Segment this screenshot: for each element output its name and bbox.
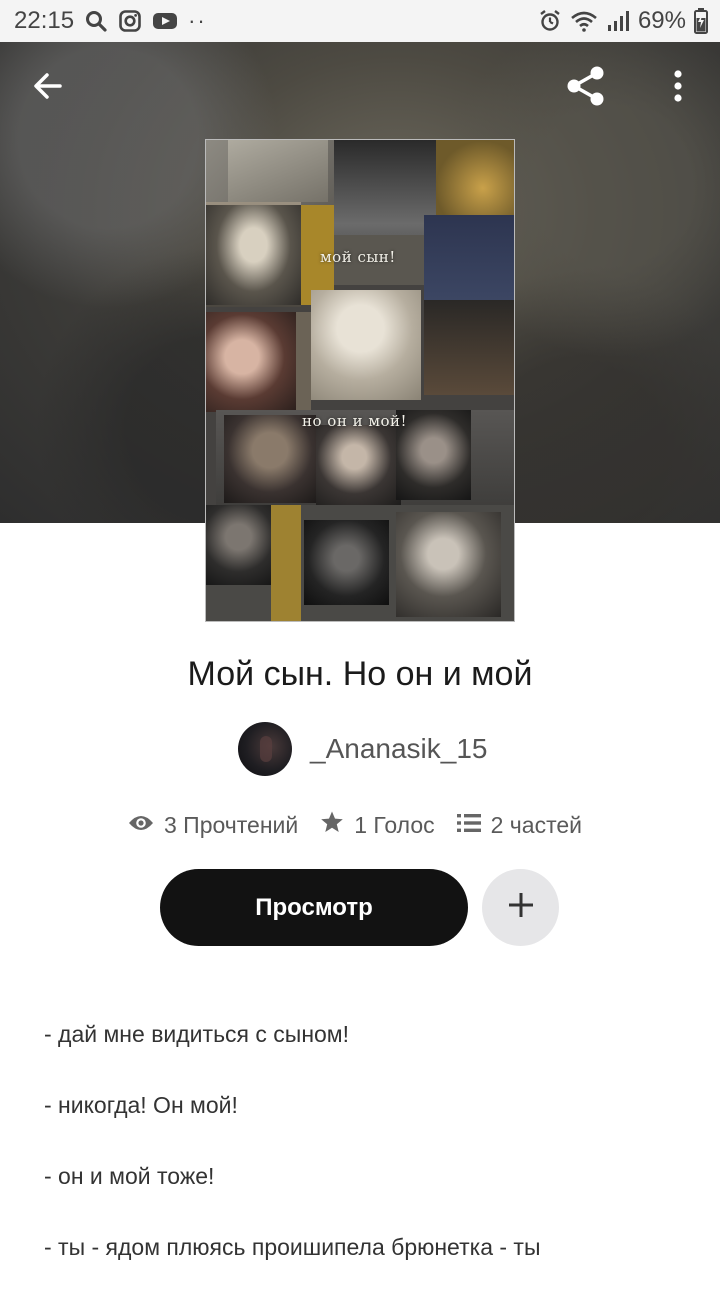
- add-to-library-button[interactable]: [482, 869, 559, 946]
- votes-stat: 1 Голос: [320, 810, 435, 840]
- status-more-dots: ··: [188, 8, 207, 33]
- story-cover[interactable]: мой сын! но он и мой!: [206, 140, 514, 621]
- back-button[interactable]: [20, 60, 76, 116]
- star-icon: [320, 810, 344, 840]
- battery-icon: [694, 8, 708, 34]
- eye-icon: [128, 812, 154, 839]
- list-icon: [456, 812, 481, 839]
- description-line: - никогда! Он мой!: [44, 1092, 238, 1118]
- parts-count: 2 частей: [490, 811, 582, 838]
- cover-caption-top: мой сын!: [320, 248, 396, 266]
- reads-stat: 3 Прочтений: [128, 812, 298, 839]
- share-icon: [564, 64, 608, 113]
- story-description: - дай мне видиться с сыном! - никогда! О…: [44, 1020, 684, 1304]
- signal-icon: [606, 9, 630, 33]
- more-vertical-icon: [673, 69, 683, 107]
- alarm-icon: [538, 9, 562, 33]
- more-options-button[interactable]: [650, 60, 706, 116]
- description-line: - он и мой тоже!: [44, 1163, 215, 1189]
- author-name[interactable]: _Ananasik_15: [310, 733, 487, 765]
- instagram-icon: [118, 9, 142, 33]
- search-icon: [84, 9, 108, 33]
- reads-count: 3 Прочтений: [164, 811, 299, 838]
- status-bar: 22:15 ·· 69%: [0, 0, 720, 42]
- status-time: 22:15: [14, 7, 75, 34]
- wifi-icon: [570, 9, 598, 33]
- author-link[interactable]: _Ananasik_15: [238, 722, 487, 776]
- plus-icon: [506, 890, 536, 925]
- cover-caption-middle: но он и мой!: [302, 412, 408, 430]
- read-button[interactable]: Просмотр: [160, 869, 468, 946]
- youtube-icon: [152, 10, 178, 32]
- description-line: - ты - ядом плюясь проишипела брюнетка -…: [44, 1234, 541, 1260]
- description-line: - дай мне видиться с сыном!: [44, 1021, 350, 1047]
- battery-percent: 69%: [637, 7, 686, 34]
- story-stats: 3 Прочтений 1 Голос 2 частей: [128, 810, 604, 840]
- arrow-left-icon: [32, 70, 64, 107]
- votes-count: 1 Голос: [354, 811, 435, 838]
- avatar[interactable]: [238, 722, 292, 776]
- story-title: Мой сын. Но он и мой: [187, 655, 533, 693]
- parts-stat: 2 частей: [456, 811, 582, 839]
- share-button[interactable]: [558, 60, 614, 116]
